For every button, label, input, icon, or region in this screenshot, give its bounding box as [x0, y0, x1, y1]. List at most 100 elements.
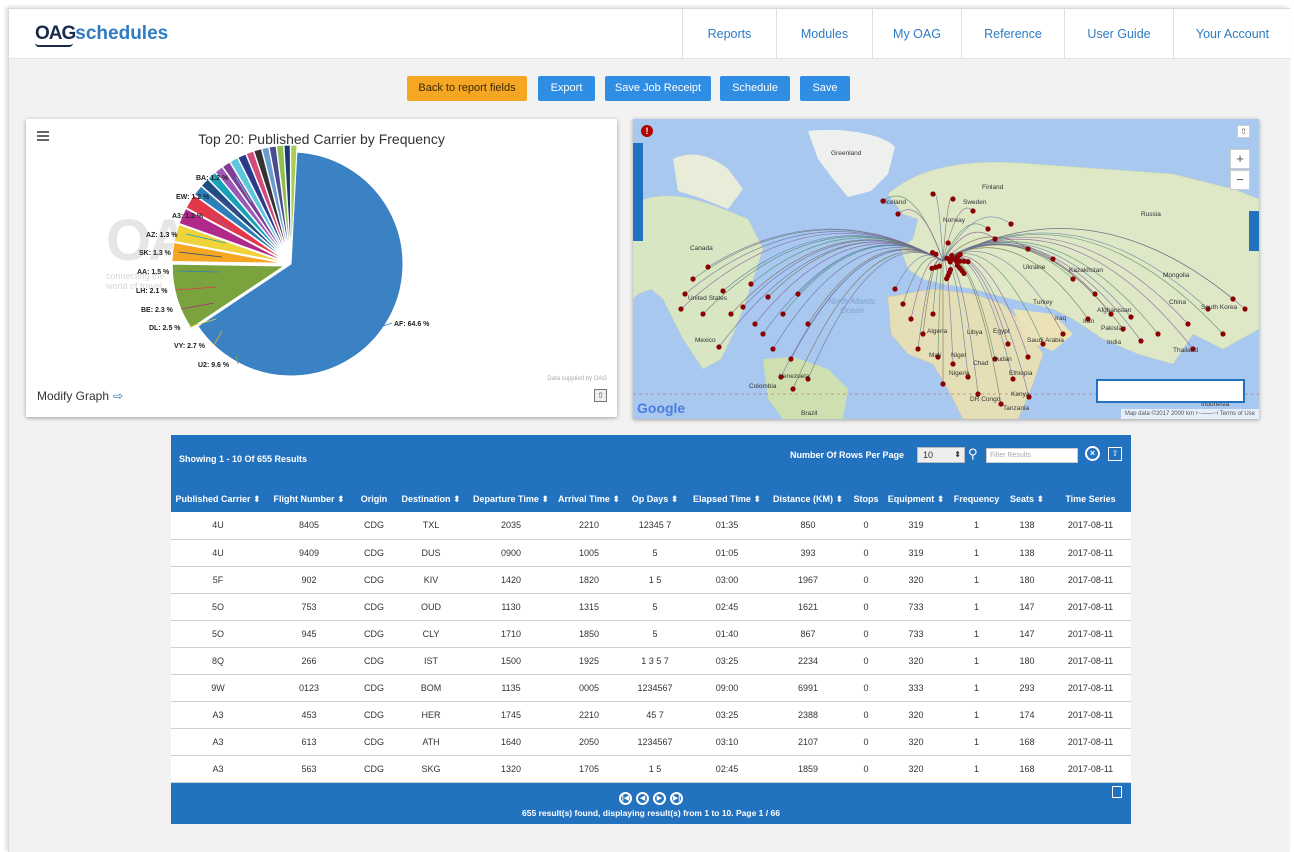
column-header[interactable]: Origin [353, 486, 395, 512]
column-header[interactable]: Frequency [949, 486, 1004, 512]
airport-marker[interactable] [752, 321, 758, 327]
airport-marker[interactable] [1025, 354, 1031, 360]
nav-my-oag[interactable]: My OAG [872, 9, 961, 59]
airport-marker[interactable] [915, 346, 921, 352]
airport-marker[interactable] [950, 196, 956, 202]
airport-marker[interactable] [765, 294, 771, 300]
airport-marker[interactable] [895, 211, 901, 217]
airport-marker[interactable] [945, 240, 951, 246]
airport-marker[interactable] [1060, 331, 1066, 337]
airport-marker[interactable] [992, 236, 998, 242]
airport-marker[interactable] [930, 311, 936, 317]
column-header[interactable]: Departure Time ⬍ [467, 486, 555, 512]
export-button[interactable]: Export [538, 76, 595, 101]
next-page-icon[interactable]: ▶ [653, 792, 666, 805]
map-search-box[interactable] [1096, 379, 1245, 403]
zoom-in-button[interactable]: + [1230, 149, 1250, 169]
oag-logo[interactable]: OAGschedules [35, 23, 168, 47]
column-header[interactable]: Op Days ⬍ [623, 486, 687, 512]
airport-marker[interactable] [740, 304, 746, 310]
airport-marker[interactable] [1155, 331, 1161, 337]
airport-marker[interactable] [788, 356, 794, 362]
airport-marker[interactable] [728, 311, 734, 317]
nav-your-account[interactable]: Your Account [1173, 9, 1291, 59]
table-row[interactable]: 8Q 266 CDG IST 1500 1925 1 3 5 7 03:25 2234 0 320 1… [171, 647, 1131, 675]
airport-marker[interactable] [682, 291, 688, 297]
column-header[interactable]: Flight Number ⬍ [265, 486, 353, 512]
filter-results-input[interactable]: Filter Results [986, 448, 1078, 463]
table-row[interactable]: 4U 9409 CDG DUS 0900 1005 5 01:05 393 0 319 1 138 201… [171, 539, 1131, 567]
save-button[interactable]: Save [800, 76, 850, 101]
last-page-icon[interactable]: ▶| [670, 792, 683, 805]
nav-reference[interactable]: Reference [961, 9, 1064, 59]
route-map[interactable]: Greenland Iceland Finland Sweden Norway … [633, 119, 1259, 419]
nav-reports[interactable]: Reports [682, 9, 776, 59]
airport-marker[interactable] [908, 316, 914, 322]
table-row[interactable]: 9W 0123 CDG BOM 1135 0005 1234567 09:00 6991 0 333… [171, 674, 1131, 702]
airport-marker[interactable] [957, 251, 963, 257]
airport-marker[interactable] [1138, 338, 1144, 344]
prev-page-icon[interactable]: ◀ [636, 792, 649, 805]
first-page-icon[interactable]: |◀ [619, 792, 632, 805]
table-row[interactable]: 5O 753 CDG OUD 1130 1315 5 02:45 1621 0 733 1 147 201… [171, 593, 1131, 621]
column-header[interactable]: Published Carrier ⬍ [171, 486, 265, 512]
table-row[interactable]: A3 613 CDG ATH 1640 2050 1234567 03:10 2107 0 320 1… [171, 728, 1131, 756]
airport-marker[interactable] [760, 331, 766, 337]
airport-marker[interactable] [929, 249, 936, 256]
map-alert-icon[interactable]: ! [641, 125, 653, 137]
airport-marker[interactable] [678, 306, 684, 312]
clear-filter-icon[interactable]: × [1085, 446, 1100, 461]
airport-marker[interactable] [940, 381, 946, 387]
table-row[interactable]: 4U 8405 CDG TXL 2035 2210 12345 7 01:35 850 0 319 1… [171, 512, 1131, 540]
airport-marker[interactable] [1025, 246, 1031, 252]
airport-marker[interactable] [1092, 291, 1098, 297]
table-row[interactable]: 5O 945 CDG CLY 1710 1850 5 01:40 867 0 733 1 147 2017… [171, 620, 1131, 648]
airport-marker[interactable] [748, 281, 754, 287]
airport-marker[interactable] [700, 311, 706, 317]
airport-marker[interactable] [1242, 306, 1248, 312]
map-right-drawer-tab[interactable] [1249, 211, 1259, 251]
airport-marker[interactable] [795, 291, 801, 297]
airport-marker[interactable] [805, 321, 811, 327]
airport-marker[interactable] [892, 286, 898, 292]
nav-modules[interactable]: Modules [776, 9, 872, 59]
airport-marker[interactable] [790, 386, 796, 392]
column-header[interactable]: Time Series [1050, 486, 1131, 512]
airport-marker[interactable] [1070, 276, 1076, 282]
airport-marker[interactable] [965, 259, 971, 265]
airport-marker[interactable] [900, 301, 906, 307]
airport-marker[interactable] [1005, 341, 1011, 347]
search-icon[interactable]: ⚲ [968, 446, 978, 462]
column-header[interactable]: Stops [849, 486, 883, 512]
table-row[interactable]: 5F 902 CDG KIV 1420 1820 1 5 03:00 1967 0 320 1 180 2… [171, 566, 1131, 594]
modify-graph-link[interactable]: Modify Graph ⇨ [37, 389, 123, 403]
map-left-drawer-tab[interactable] [633, 143, 643, 241]
airport-marker[interactable] [1008, 221, 1014, 227]
airport-marker[interactable] [770, 346, 776, 352]
rows-per-page-select[interactable]: 10 ⬍ [917, 447, 965, 463]
table-row[interactable]: A3 453 CDG HER 1745 2210 45 7 03:25 2388 0 320 1 174… [171, 701, 1131, 729]
airport-marker[interactable] [1185, 321, 1191, 327]
document-icon[interactable] [1112, 786, 1122, 798]
airport-marker[interactable] [1050, 256, 1056, 262]
column-header[interactable]: Arrival Time ⬍ [555, 486, 623, 512]
airport-marker[interactable] [944, 255, 950, 261]
column-header[interactable]: Distance (KM) ⬍ [767, 486, 849, 512]
zoom-out-button[interactable]: − [1230, 170, 1250, 190]
column-header[interactable]: Elapsed Time ⬍ [687, 486, 767, 512]
airport-marker[interactable] [961, 270, 967, 276]
airport-marker[interactable] [1010, 376, 1016, 382]
airport-marker[interactable] [944, 276, 950, 282]
nav-user-guide[interactable]: User Guide [1064, 9, 1173, 59]
airport-marker[interactable] [930, 191, 936, 197]
column-header[interactable]: Seats ⬍ [1004, 486, 1050, 512]
airport-marker[interactable] [720, 288, 726, 294]
airport-marker[interactable] [920, 331, 926, 337]
column-header[interactable]: Equipment ⬍ [883, 486, 949, 512]
back-to-report-fields-button[interactable]: Back to report fields [407, 76, 527, 101]
schedule-button[interactable]: Schedule [720, 76, 790, 101]
table-row[interactable]: A3 563 CDG SKG 1320 1705 1 5 02:45 1859 0 320 1 168 2… [171, 755, 1131, 783]
airport-marker[interactable] [1128, 314, 1134, 320]
airport-marker[interactable] [716, 344, 722, 350]
airport-marker[interactable] [949, 252, 955, 259]
